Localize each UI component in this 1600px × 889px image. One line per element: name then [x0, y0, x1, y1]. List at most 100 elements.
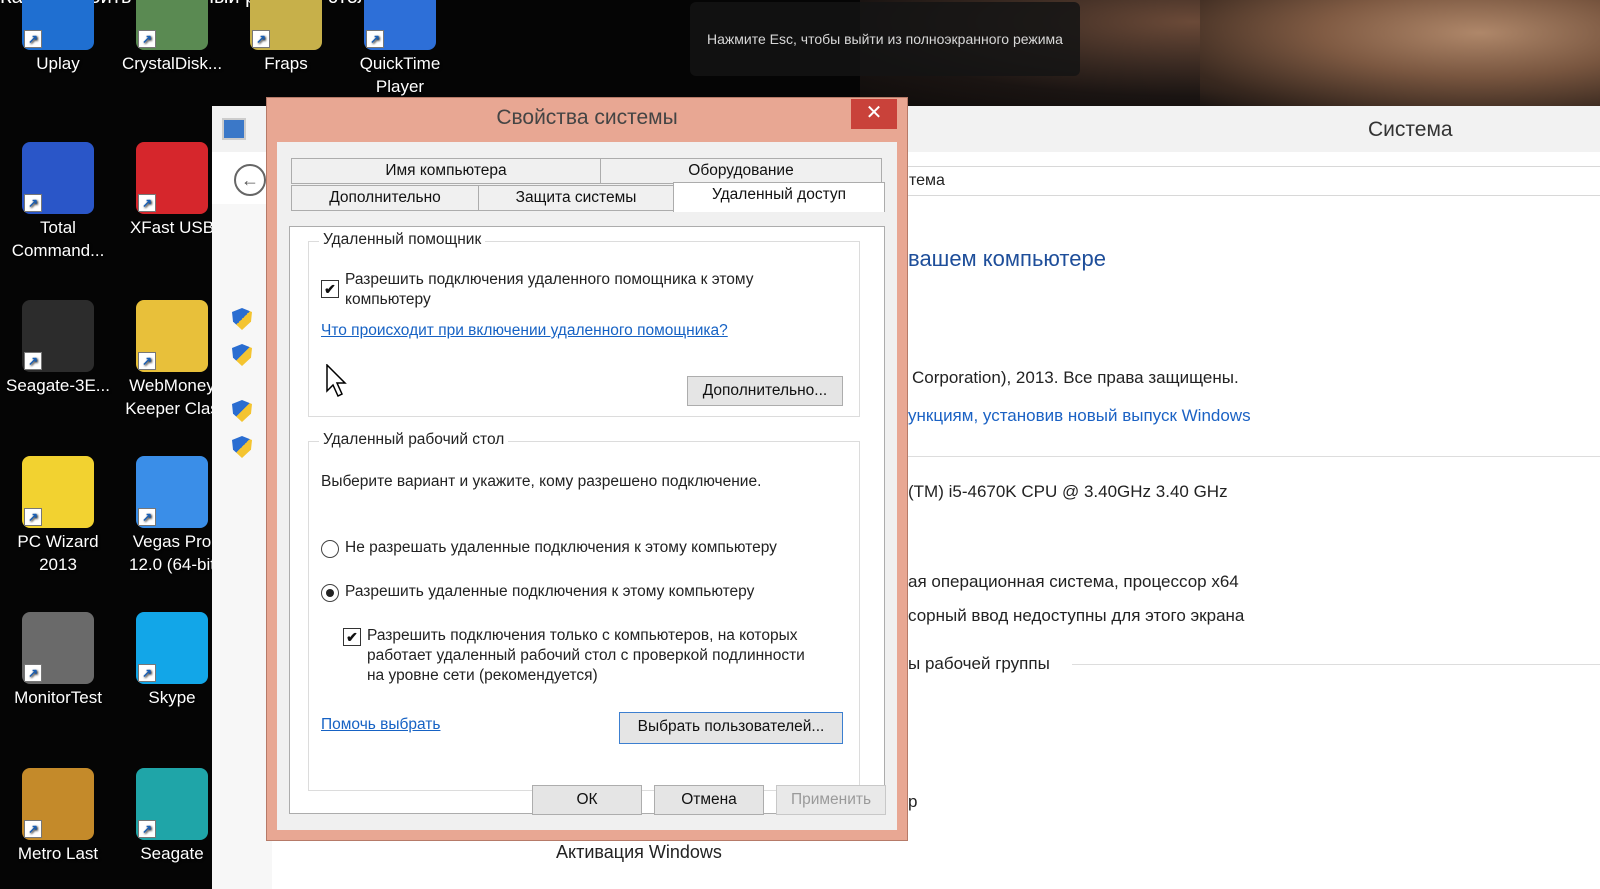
help-me-choose-link[interactable]: Помочь выбрать	[321, 716, 440, 734]
workgroup-text: ы рабочей группы	[908, 654, 1050, 673]
remote-assistance-group-label: Удаленный помощник	[319, 231, 486, 249]
copyright-text: Corporation), 2013. Все права защищены.	[912, 368, 1239, 387]
desktop-icon[interactable]: ↗ MonitorTest	[0, 612, 116, 709]
app-icon: ↗	[136, 0, 208, 50]
app-icon: ↗	[22, 142, 94, 214]
shortcut-arrow-icon: ↗	[24, 664, 42, 682]
desktop-icon-label: Metro Last	[17, 844, 99, 863]
desktop-icon-label: Fraps	[264, 54, 308, 73]
allow-assistance-label: Разрешить подключения удаленного помощни…	[345, 270, 845, 310]
nla-label-line3: на уровне сети (рекомендуется)	[367, 667, 598, 684]
app-icon: ↗	[22, 456, 94, 528]
allow-remote-radio[interactable]	[321, 584, 339, 602]
desktop-icon-label: Uplay	[36, 54, 80, 73]
shortcut-arrow-icon: ↗	[24, 194, 42, 212]
divider	[1072, 664, 1600, 665]
app-icon: ↗	[22, 612, 94, 684]
wallpaper-detail	[1200, 0, 1600, 110]
desktop-icon[interactable]: ↗ Seagate-3E...	[0, 300, 116, 397]
system-left-pane	[212, 204, 272, 889]
mouse-cursor-icon	[326, 364, 347, 398]
divider	[908, 456, 1600, 457]
misc-text: р	[908, 792, 918, 811]
cpu-text: (TM) i5-4670K CPU @ 3.40GHz 3.40 GHz	[908, 482, 1228, 501]
desktop-icon-label: MonitorTest	[14, 688, 102, 707]
desktop-icon-label: PC Wizard 2013	[17, 532, 99, 574]
app-icon: ↗	[136, 456, 208, 528]
address-bar[interactable]: тема	[902, 166, 1600, 196]
desktop-icon-label: Total Command...	[11, 218, 105, 260]
close-icon[interactable]: ✕	[851, 99, 897, 129]
os-type-text: ая операционная система, процессор x64	[908, 572, 1239, 591]
fullscreen-hint: Нажмите Esc, чтобы выйти из полноэкранно…	[690, 2, 1080, 76]
rdp-instruction: Выберите вариант и укажите, кому разреше…	[321, 473, 762, 490]
app-icon: ↗	[22, 0, 94, 50]
app-icon: ↗	[364, 0, 436, 50]
shortcut-arrow-icon: ↗	[366, 30, 384, 48]
app-icon: ↗	[22, 768, 94, 840]
system-properties-dialog: Свойства системы ✕ Имя компьютера Оборуд…	[266, 97, 908, 841]
shortcut-arrow-icon: ↗	[24, 352, 42, 370]
desktop-icon[interactable]: ↗ Fraps	[228, 0, 344, 75]
ok-button[interactable]: ОК	[532, 785, 642, 815]
tab-hardware[interactable]: Оборудование	[600, 158, 882, 184]
shortcut-arrow-icon: ↗	[138, 194, 156, 212]
uac-shield-icon	[232, 344, 252, 366]
desktop-icon-label: QuickTime Player	[359, 54, 441, 96]
uac-shield-icon	[232, 436, 252, 458]
deny-remote-label: Не разрешать удаленные подключения к это…	[345, 539, 777, 556]
back-arrow-icon[interactable]: ←	[234, 164, 266, 196]
desktop-icon[interactable]: ↗ CrystalDisk...	[114, 0, 230, 75]
nla-checkbox[interactable]: ✔	[343, 628, 361, 646]
pen-touch-text: сорный ввод недоступны для этого экрана	[908, 606, 1245, 625]
shortcut-arrow-icon: ↗	[24, 508, 42, 526]
shortcut-arrow-icon: ↗	[138, 664, 156, 682]
system-window-title: Система	[1368, 118, 1453, 141]
nla-label-line1: Разрешить подключения только с компьютер…	[367, 627, 798, 644]
app-icon: ↗	[136, 768, 208, 840]
tab-system-protection[interactable]: Защита системы	[478, 185, 674, 211]
allow-assistance-checkbox[interactable]: ✔	[321, 280, 339, 298]
apply-button[interactable]: Применить	[776, 785, 886, 815]
upgrade-link[interactable]: ункциям, установив новый выпуск Windows	[908, 406, 1251, 426]
remote-desktop-group: Удаленный рабочий стол Выберите вариант …	[308, 431, 860, 791]
nla-label-line2: работает удаленный рабочий стол с провер…	[367, 647, 805, 664]
allow-assistance-label-line1: Разрешить подключения удаленного помощни…	[345, 271, 754, 288]
app-icon: ↗	[136, 300, 208, 372]
desktop-icon[interactable]: ↗ Metro Last	[0, 768, 116, 865]
remote-tab-panel: Удаленный помощник ✔ Разрешить подключен…	[289, 226, 885, 814]
app-icon: ↗	[136, 612, 208, 684]
desktop-icon[interactable]: ↗ PC Wizard 2013	[0, 456, 116, 576]
windows-activation-label[interactable]: Активация Windows	[556, 842, 722, 863]
tab-remote[interactable]: Удаленный доступ	[673, 182, 885, 212]
uac-shield-icon	[232, 308, 252, 330]
deny-remote-radio[interactable]	[321, 540, 339, 558]
desktop-icon-label: Seagate-3E...	[6, 376, 110, 395]
desktop-icon[interactable]: ↗ QuickTime Player	[342, 0, 458, 98]
cancel-button[interactable]: Отмена	[654, 785, 764, 815]
dialog-title: Свойства системы	[496, 106, 678, 129]
select-users-button[interactable]: Выбрать пользователей...	[619, 712, 843, 744]
uac-shield-icon	[232, 400, 252, 422]
advanced-button[interactable]: Дополнительно...	[687, 376, 843, 406]
tab-advanced[interactable]: Дополнительно	[291, 185, 479, 211]
app-icon: ↗	[250, 0, 322, 50]
remote-assistance-group: Удаленный помощник ✔ Разрешить подключен…	[308, 231, 860, 417]
nla-label: Разрешить подключения только с компьютер…	[367, 626, 847, 686]
shortcut-arrow-icon: ↗	[138, 508, 156, 526]
shortcut-arrow-icon: ↗	[24, 30, 42, 48]
allow-assistance-label-line2: компьютеру	[345, 291, 431, 308]
desktop-icon[interactable]: ↗ Total Command...	[0, 142, 116, 262]
desktop-icon[interactable]: ↗ Uplay	[0, 0, 116, 75]
system-heading: вашем компьютере	[908, 246, 1106, 271]
shortcut-arrow-icon: ↗	[138, 820, 156, 838]
tab-computer-name[interactable]: Имя компьютера	[291, 158, 601, 184]
remote-desktop-group-label: Удаленный рабочий стол	[319, 431, 509, 449]
what-happens-link[interactable]: Что происходит при включении удаленного …	[321, 322, 728, 340]
system-window-icon	[222, 118, 246, 140]
dialog-body: Имя компьютера Оборудование Дополнительн…	[277, 142, 897, 830]
app-icon: ↗	[136, 142, 208, 214]
shortcut-arrow-icon: ↗	[138, 352, 156, 370]
allow-remote-label: Разрешить удаленные подключения к этому …	[345, 583, 755, 600]
shortcut-arrow-icon: ↗	[252, 30, 270, 48]
